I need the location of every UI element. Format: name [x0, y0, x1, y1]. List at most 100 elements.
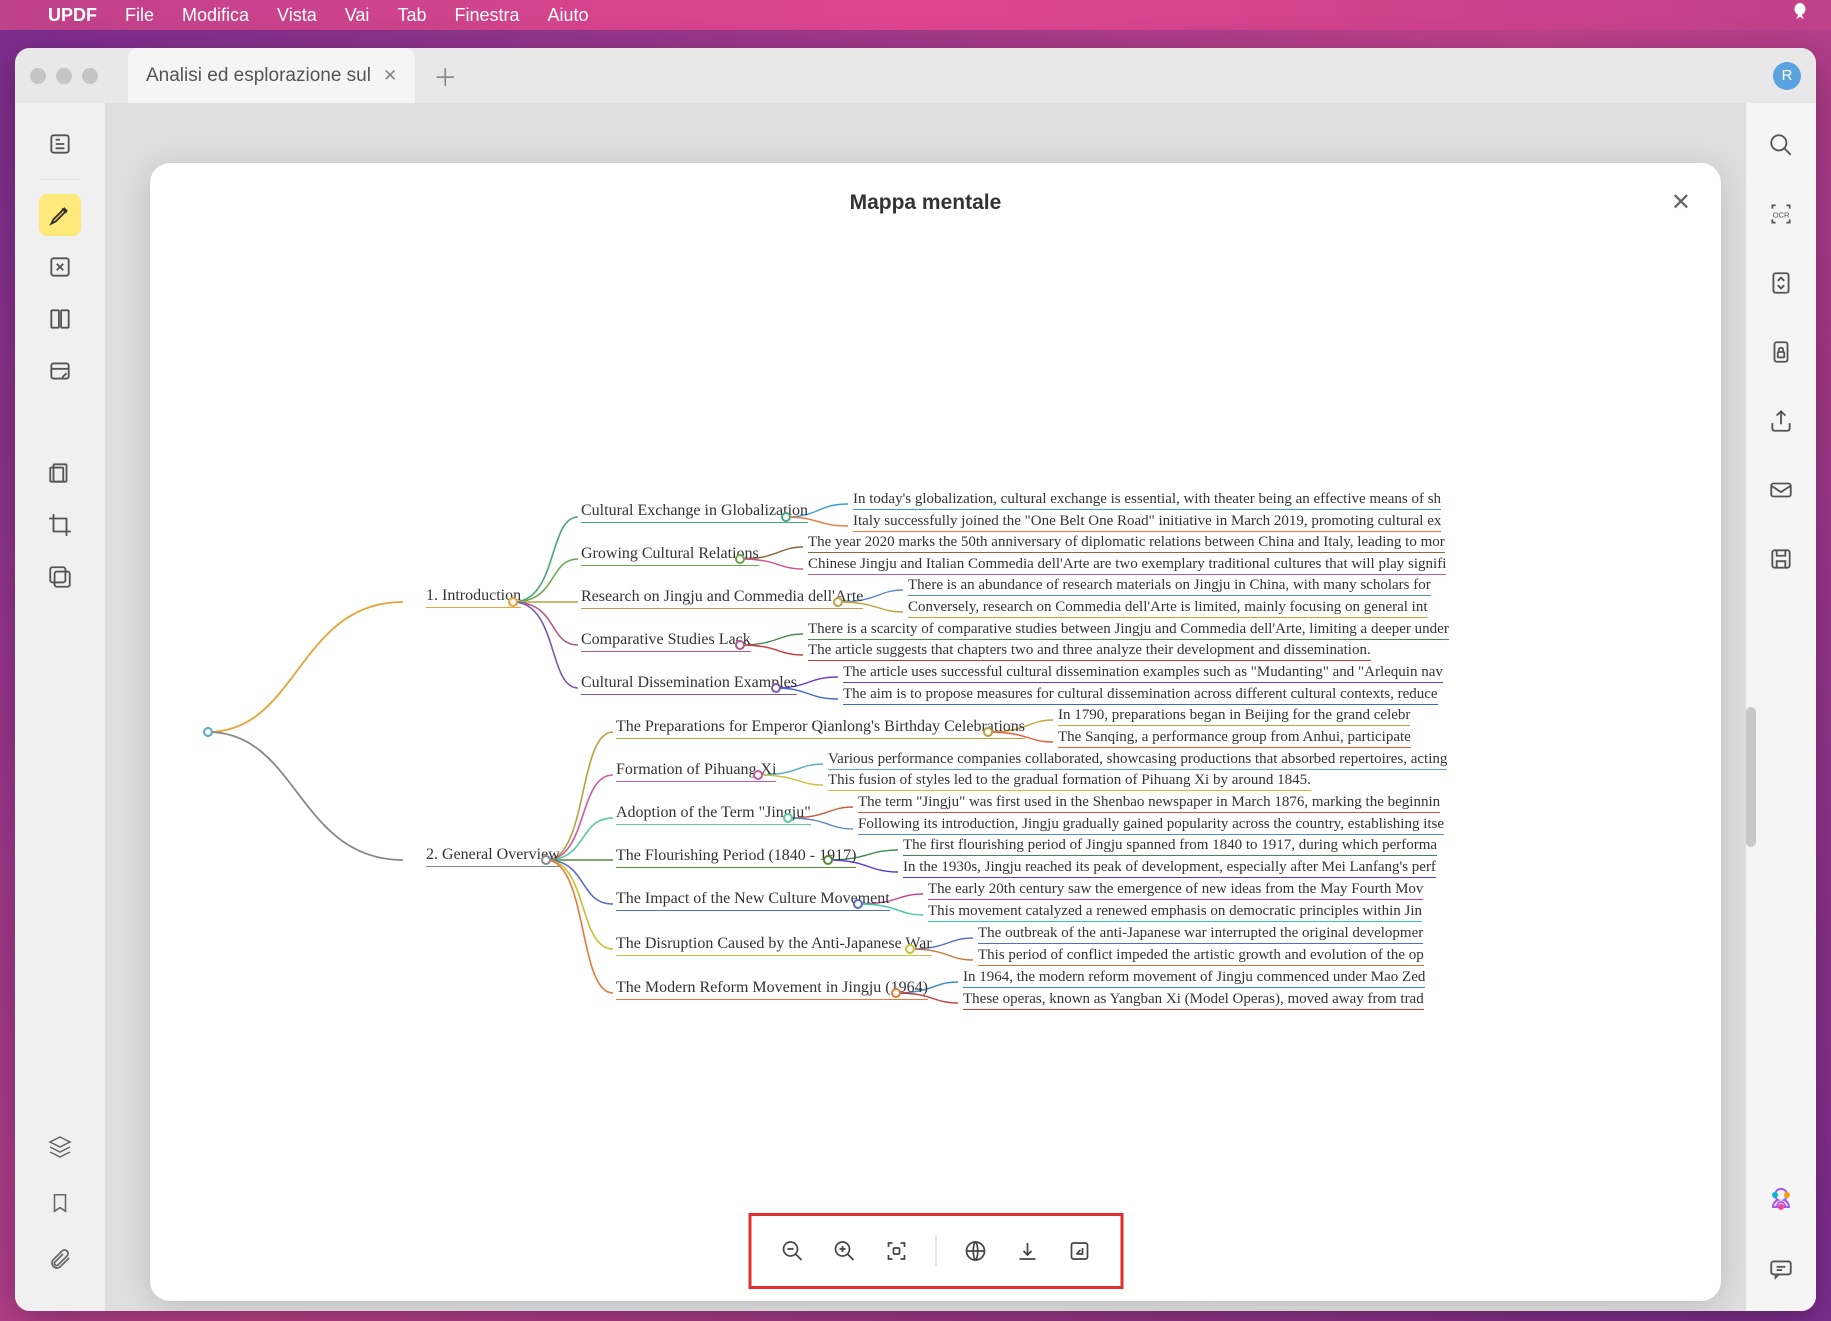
sub-research[interactable]: Research on Jingju and Commedia dell'Art…: [581, 588, 863, 609]
ai-assistant-icon[interactable]: [1765, 1185, 1797, 1217]
menu-help[interactable]: Aiuto: [548, 5, 589, 26]
sub-formation[interactable]: Formation of Pihuang Xi: [616, 761, 776, 782]
batch-tool[interactable]: [39, 556, 81, 598]
download-button[interactable]: [1006, 1230, 1048, 1272]
node-circle[interactable]: [735, 554, 745, 564]
user-avatar[interactable]: R: [1773, 62, 1801, 90]
node-circle[interactable]: [771, 683, 781, 693]
sub-adoption[interactable]: Adoption of the Term "Jingju": [616, 804, 811, 825]
leaf[interactable]: Italy successfully joined the "One Belt …: [853, 513, 1441, 532]
add-tab-button[interactable]: ＋: [433, 58, 457, 93]
leaf[interactable]: There is an abundance of research materi…: [908, 577, 1431, 596]
minimize-window-button[interactable]: [56, 68, 72, 84]
share-icon[interactable]: [1764, 404, 1798, 438]
menu-go[interactable]: Vai: [345, 5, 370, 26]
search-icon[interactable]: [1764, 128, 1798, 162]
node-circle[interactable]: [823, 855, 833, 865]
highlight-tool[interactable]: [39, 194, 81, 236]
menu-tab[interactable]: Tab: [397, 5, 426, 26]
document-tab[interactable]: Analisi ed esplorazione sul ✕: [128, 48, 415, 103]
leaf[interactable]: This movement catalyzed a renewed emphas…: [928, 903, 1422, 922]
menu-window[interactable]: Finestra: [454, 5, 519, 26]
sub-cultural-exchange[interactable]: Cultural Exchange in Globalization: [581, 502, 808, 523]
leaf[interactable]: The outbreak of the anti-Japanese war in…: [978, 925, 1423, 944]
leaf[interactable]: The year 2020 marks the 50th anniversary…: [808, 534, 1445, 553]
bird-icon[interactable]: [1789, 1, 1811, 29]
return-button[interactable]: [1058, 1230, 1100, 1272]
fit-screen-button[interactable]: [875, 1230, 917, 1272]
menu-edit[interactable]: Modifica: [182, 5, 249, 26]
node-circle[interactable]: [781, 512, 791, 522]
save-icon[interactable]: [1764, 542, 1798, 576]
leaf[interactable]: The term "Jingju" was first used in the …: [858, 794, 1440, 813]
sub-comparative[interactable]: Comparative Studies Lack: [581, 631, 751, 652]
node-circle[interactable]: [833, 597, 843, 607]
node-circle[interactable]: [853, 899, 863, 909]
convert-icon[interactable]: [1764, 266, 1798, 300]
ocr-icon[interactable]: OCR: [1764, 197, 1798, 231]
node-circle[interactable]: [753, 770, 763, 780]
leaf[interactable]: The first flourishing period of Jingju s…: [903, 837, 1437, 856]
leaf[interactable]: Various performance companies collaborat…: [828, 751, 1447, 770]
leaf[interactable]: In today's globalization, cultural excha…: [853, 491, 1441, 510]
modal-body[interactable]: 1. Introduction Cultural Exchange in Glo…: [178, 242, 1693, 1276]
zoom-out-button[interactable]: [771, 1230, 813, 1272]
menu-file[interactable]: File: [125, 5, 154, 26]
sub-disruption[interactable]: The Disruption Caused by the Anti-Japane…: [616, 935, 932, 956]
email-icon[interactable]: [1764, 473, 1798, 507]
leaf[interactable]: This period of conflict impeded the arti…: [978, 947, 1424, 966]
leaf[interactable]: In 1790, preparations began in Beijing f…: [1058, 707, 1410, 726]
web-button[interactable]: [954, 1230, 996, 1272]
node-circle[interactable]: [541, 855, 551, 865]
page-tool[interactable]: [39, 298, 81, 340]
attachment-icon[interactable]: [48, 1247, 72, 1276]
close-window-button[interactable]: [30, 68, 46, 84]
protect-icon[interactable]: [1764, 335, 1798, 369]
comment-icon[interactable]: [1764, 1252, 1798, 1286]
sub-growing-relations[interactable]: Growing Cultural Relations: [581, 545, 759, 566]
branch-introduction[interactable]: 1. Introduction: [426, 587, 521, 608]
sub-preparations[interactable]: The Preparations for Emperor Qianlong's …: [616, 718, 1025, 739]
leaf[interactable]: Chinese Jingju and Italian Commedia dell…: [808, 556, 1446, 575]
maximize-window-button[interactable]: [82, 68, 98, 84]
leaf[interactable]: The Sanqing, a performance group from An…: [1058, 729, 1411, 748]
app-name[interactable]: UPDF: [48, 5, 97, 26]
tab-close-icon[interactable]: ✕: [383, 66, 397, 86]
leaf[interactable]: Following its introduction, Jingju gradu…: [858, 816, 1444, 835]
sub-dissemination[interactable]: Cultural Dissemination Examples: [581, 674, 797, 695]
zoom-in-button[interactable]: [823, 1230, 865, 1272]
layers-icon[interactable]: [48, 1135, 72, 1164]
leaf[interactable]: This fusion of styles led to the gradual…: [828, 772, 1311, 791]
leaf[interactable]: The article suggests that chapters two a…: [808, 642, 1371, 661]
node-circle[interactable]: [905, 944, 915, 954]
scrollbar[interactable]: [1746, 707, 1756, 847]
leaf[interactable]: There is a scarcity of comparative studi…: [808, 621, 1449, 640]
reader-tool[interactable]: [39, 123, 81, 165]
node-circle[interactable]: [783, 813, 793, 823]
node-circle[interactable]: [735, 640, 745, 650]
node-circle[interactable]: [508, 597, 518, 607]
sub-impact[interactable]: The Impact of the New Culture Movement: [616, 890, 890, 911]
leaf[interactable]: The aim is to propose measures for cultu…: [843, 686, 1438, 705]
leaf[interactable]: The article uses successful cultural dis…: [843, 664, 1443, 683]
node-circle[interactable]: [983, 727, 993, 737]
leaf[interactable]: Conversely, research on Commedia dell'Ar…: [908, 599, 1428, 618]
mind-map-canvas[interactable]: 1. Introduction Cultural Exchange in Glo…: [178, 242, 1693, 1276]
bookmark-icon[interactable]: [49, 1192, 71, 1219]
leaf[interactable]: The early 20th century saw the emergence…: [928, 881, 1423, 900]
leaf[interactable]: In the 1930s, Jingju reached its peak of…: [903, 859, 1436, 878]
crop-tool[interactable]: [39, 504, 81, 546]
edit-tool[interactable]: [39, 246, 81, 288]
close-icon[interactable]: ✕: [1671, 188, 1691, 217]
organize-tool[interactable]: [39, 452, 81, 494]
menu-view[interactable]: Vista: [277, 5, 317, 26]
node-circle[interactable]: [891, 988, 901, 998]
mind-map-modal: Mappa mentale ✕: [150, 163, 1721, 1301]
leaf[interactable]: In 1964, the modern reform movement of J…: [963, 969, 1425, 988]
leaf[interactable]: These operas, known as Yangban Xi (Model…: [963, 991, 1424, 1010]
root-node[interactable]: [203, 727, 213, 737]
sub-flourishing[interactable]: The Flourishing Period (1840 - 1917): [616, 847, 856, 868]
branch-overview[interactable]: 2. General Overview: [426, 846, 560, 867]
form-tool[interactable]: [39, 350, 81, 392]
sub-reform[interactable]: The Modern Reform Movement in Jingju (19…: [616, 979, 928, 1000]
